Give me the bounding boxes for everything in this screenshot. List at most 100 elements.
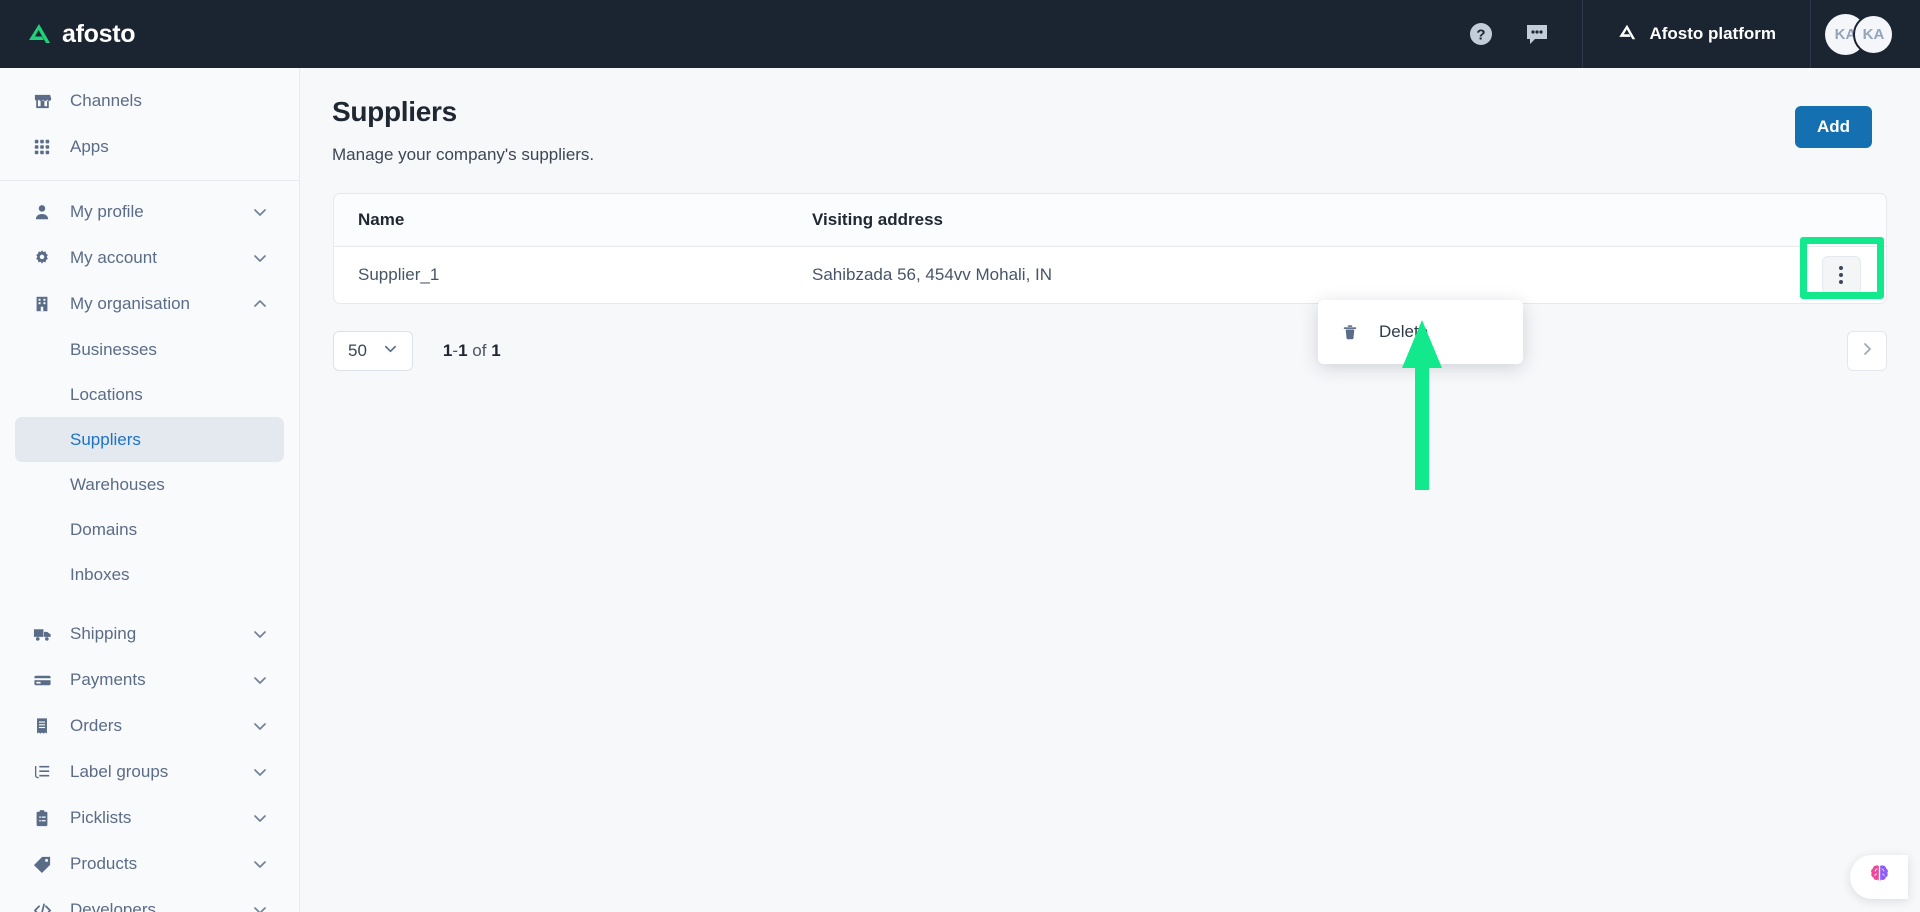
row-actions-wrap — [1799, 236, 1884, 299]
sidebar-item-my-account[interactable]: My account — [15, 235, 284, 281]
user-icon — [31, 203, 53, 221]
label-list-icon — [31, 763, 53, 781]
range-from: 1 — [442, 341, 453, 360]
column-header-visiting-address: Visiting address — [812, 210, 944, 229]
sidebar-subitem-label: Locations — [70, 384, 143, 404]
sidebar-item-locations[interactable]: Locations — [15, 372, 284, 417]
page-header-text: Suppliers Manage your company's supplier… — [332, 96, 1795, 165]
sidebar-item-products[interactable]: Products — [15, 841, 284, 887]
sidebar-item-my-organisation[interactable]: My organisation — [15, 281, 284, 327]
chat-widget-button[interactable] — [1850, 855, 1908, 899]
row-action-menu: Delete — [1318, 300, 1523, 364]
platform-switcher[interactable]: Afosto platform — [1583, 0, 1810, 68]
platform-label: Afosto platform — [1649, 24, 1776, 43]
top-bar: afosto ? Afosto platform KA KA — [0, 0, 1920, 68]
brain-icon — [1867, 862, 1892, 892]
chevron-down-icon[interactable] — [252, 764, 268, 780]
page-subtitle: Manage your company's suppliers. — [332, 145, 595, 164]
chevron-down-icon[interactable] — [252, 902, 268, 912]
sidebar-item-picklists[interactable]: Picklists — [15, 795, 284, 841]
page-size-select[interactable]: 50 — [333, 331, 413, 371]
sidebar-subitem-label: Suppliers — [70, 429, 141, 449]
chevron-down-icon[interactable] — [252, 810, 268, 826]
main-content: Suppliers Manage your company's supplier… — [300, 68, 1920, 912]
next-page-button[interactable] — [1847, 331, 1887, 371]
sidebar-item-domains[interactable]: Domains — [15, 507, 284, 552]
page-size-value: 50 — [348, 341, 367, 360]
sidebar-item-label: Picklists — [70, 808, 132, 827]
of-label: of — [472, 341, 487, 360]
brand-logo-area[interactable]: afosto — [0, 20, 300, 49]
question-circle-icon[interactable]: ? — [1468, 21, 1494, 47]
pagination-bar: 50 1-1 of 1 — [333, 331, 1887, 371]
range-total: 1 — [491, 341, 501, 360]
sidebar-item-label: My account — [70, 248, 157, 267]
table-header-row: Name Visiting address — [334, 194, 1886, 247]
sidebar-item-orders[interactable]: Orders — [15, 703, 284, 749]
store-icon — [31, 92, 53, 111]
truck-icon — [31, 625, 53, 644]
chevron-down-icon — [383, 341, 398, 361]
chat-bubble-icon[interactable] — [1524, 21, 1550, 47]
sidebar-item-label: Apps — [70, 137, 109, 156]
sidebar-subitem-label: Domains — [70, 519, 138, 539]
kebab-dot — [1839, 273, 1843, 277]
grid-icon — [31, 138, 53, 156]
page-header: Suppliers Manage your company's supplier… — [300, 68, 1920, 165]
range-to: 1 — [458, 341, 468, 360]
chevron-down-icon[interactable] — [252, 250, 268, 266]
cell-visiting-address: Sahibzada 56, 454vv Mohali, IN — [812, 265, 1053, 284]
sidebar-item-label: Label groups — [70, 762, 169, 781]
column-header-name: Name — [358, 210, 405, 229]
clipboard-icon — [31, 809, 53, 827]
avatar-group[interactable]: KA KA — [1811, 13, 1920, 55]
app-root: afosto ? Afosto platform KA KA Channels … — [0, 0, 1920, 912]
sidebar: Channels Apps My profile My account My o… — [0, 68, 300, 912]
sidebar-item-shipping[interactable]: Shipping — [15, 611, 284, 657]
chevron-down-icon[interactable] — [252, 626, 268, 642]
pagination-range: 1-1 of 1 — [443, 341, 501, 361]
sidebar-item-inboxes[interactable]: Inboxes — [15, 552, 284, 597]
afosto-triangle-logo-icon — [26, 21, 52, 47]
chevron-down-icon[interactable] — [252, 718, 268, 734]
sidebar-subitem-label: Warehouses — [70, 474, 165, 494]
credit-card-icon — [31, 671, 53, 690]
sidebar-subitem-label: Inboxes — [70, 564, 130, 584]
sidebar-item-suppliers[interactable]: Suppliers — [15, 417, 284, 462]
sidebar-item-label: Channels — [70, 91, 142, 110]
suppliers-table: Name Visiting address Supplier_1 Sahibza… — [333, 193, 1887, 304]
chevron-down-icon[interactable] — [252, 672, 268, 688]
afosto-triangle-icon — [1617, 22, 1637, 47]
table-row[interactable]: Supplier_1 Sahibzada 56, 454vv Mohali, I… — [334, 236, 1886, 303]
avatar[interactable]: KA — [1853, 13, 1894, 55]
sidebar-item-developers[interactable]: Developers — [15, 887, 284, 912]
sidebar-item-warehouses[interactable]: Warehouses — [15, 462, 284, 507]
kebab-menu-icon[interactable] — [1821, 255, 1861, 295]
sidebar-divider — [0, 180, 299, 181]
sidebar-item-apps[interactable]: Apps — [15, 124, 284, 170]
chevron-down-icon[interactable] — [252, 856, 268, 872]
chevron-down-icon[interactable] — [252, 204, 268, 220]
kebab-dot — [1839, 280, 1843, 284]
cell-actions — [1796, 236, 1886, 299]
sidebar-item-channels[interactable]: Channels — [15, 78, 284, 124]
sidebar-item-label: Developers — [70, 900, 156, 912]
sidebar-item-label-groups[interactable]: Label groups — [15, 749, 284, 795]
sidebar-item-label: Payments — [70, 670, 146, 689]
menu-item-delete[interactable]: Delete — [1318, 311, 1523, 353]
receipt-icon — [31, 717, 53, 735]
add-button[interactable]: Add — [1794, 106, 1872, 148]
sidebar-subitem-label: Businesses — [70, 339, 157, 359]
trash-icon — [1341, 323, 1361, 341]
gear-icon — [31, 249, 53, 267]
sidebar-item-my-profile[interactable]: My profile — [15, 189, 284, 235]
sidebar-item-businesses[interactable]: Businesses — [15, 327, 284, 372]
chevron-up-icon[interactable] — [252, 296, 268, 312]
sidebar-item-payments[interactable]: Payments — [15, 657, 284, 703]
topbar-icon-group: ? — [1468, 21, 1582, 47]
pagination-controls — [1847, 331, 1887, 371]
code-icon — [31, 901, 53, 912]
page-title: Suppliers — [332, 96, 457, 127]
sidebar-item-label: Products — [70, 854, 138, 873]
